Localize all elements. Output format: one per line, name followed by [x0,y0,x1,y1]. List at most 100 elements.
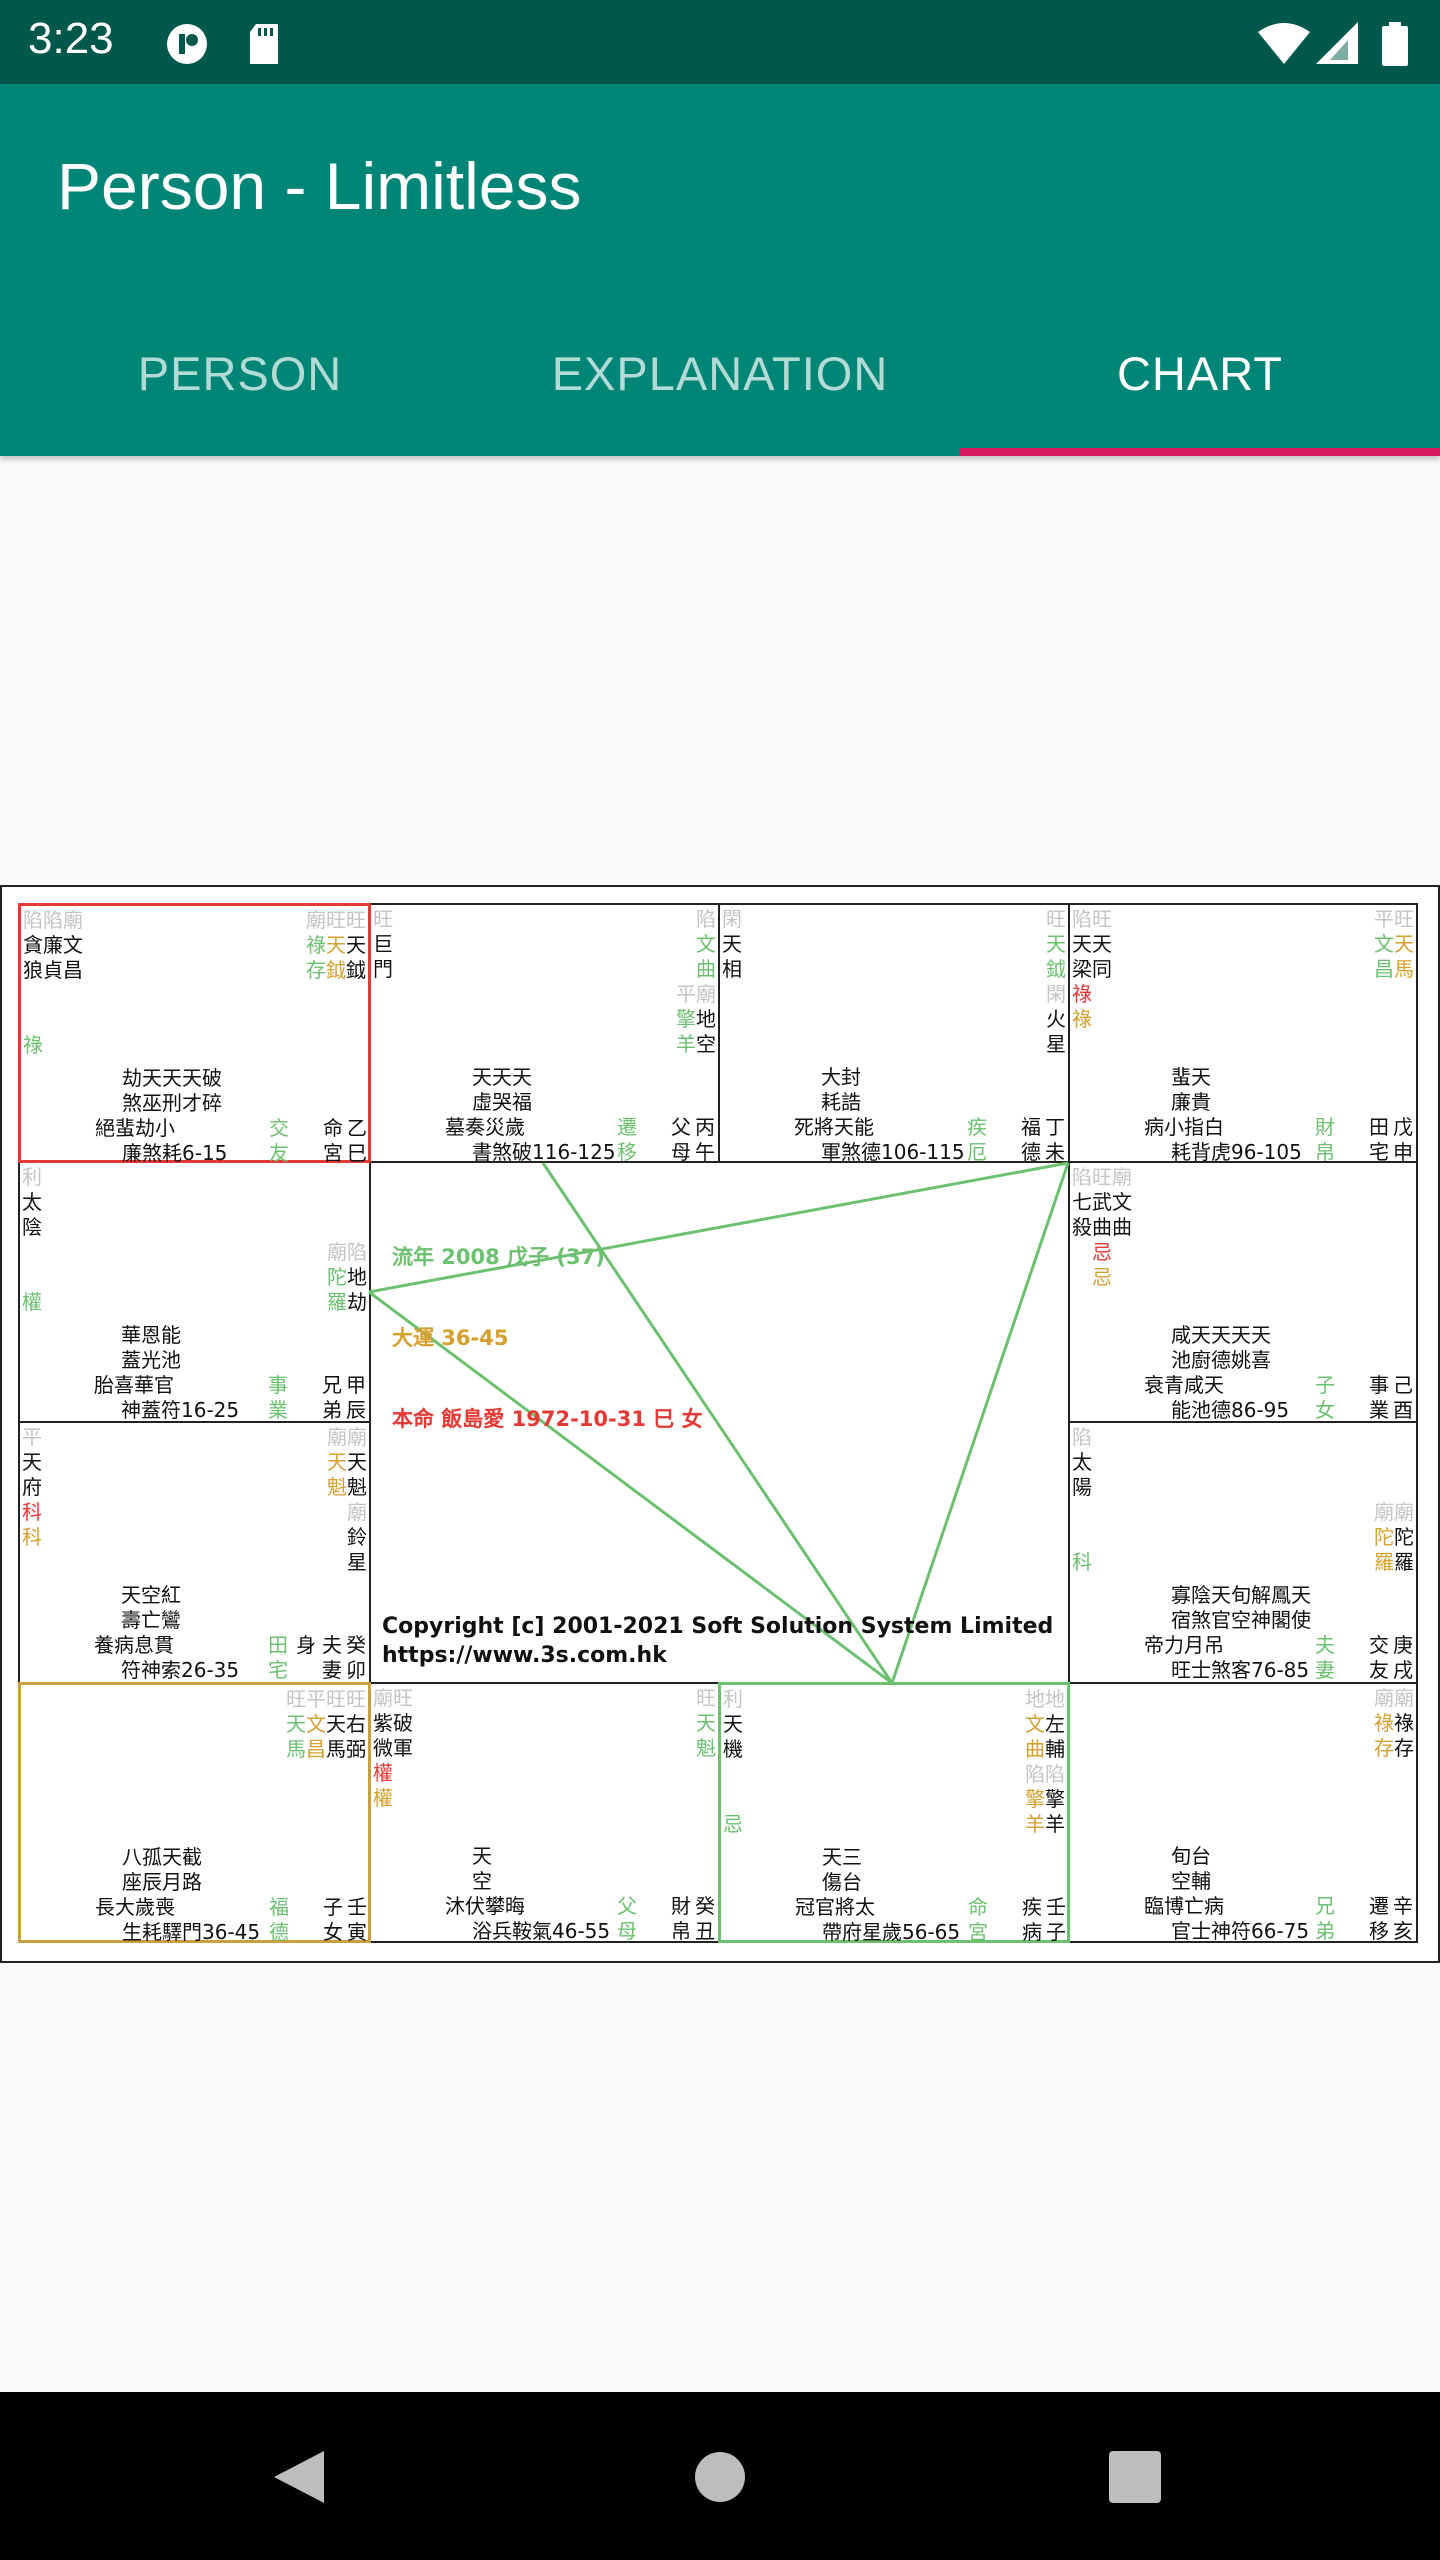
palace-name: 父母 [671,1115,691,1164]
star-text: 曲 [1025,1737,1045,1761]
tab-indicator [960,448,1440,456]
star-text: 鉞 [1046,957,1066,981]
palace-name: 兄弟 [322,1373,342,1422]
star-text: 廟廟 [1374,1686,1414,1710]
star-text: 星 [1046,1032,1066,1056]
recents-icon[interactable] [1109,2451,1161,2503]
minor-star-line: 養病息貫 [94,1633,174,1657]
tab-person[interactable]: PERSON [0,314,480,456]
star-text: 科 [22,1525,42,1549]
battery-icon [1382,22,1408,66]
star-text: 陀 [1394,1525,1414,1549]
minor-star-line: 劫天天天破 [122,1066,222,1090]
minor-stars: 寡陰天旬解鳳天 宿煞官空神閣使 帝力月吊 旺士煞客76-85 [1070,1583,1311,1683]
star-text: 天 [696,1711,716,1735]
palace-cell-寅[interactable]: 旺平旺旺 天文天右 馬昌馬弼 八孤天截 座辰月路 長大歲喪 生耗驛門36-45 福德子女壬寅 [18,1682,371,1944]
star-text: 地 [347,1265,367,1289]
star-text: 鉞 [326,958,346,982]
palace-cell-辰[interactable]: 利太陰權廟陷 陀地 羅劫 華恩能 蓋光池 胎喜華官 神蓋符16-25 事業兄弟甲辰 [18,1161,371,1423]
star-text: 天 [347,1450,367,1474]
minor-stars: 蜚天 廉貴 病小指白 耗背虎96-105 [1070,1065,1310,1165]
star-text: 科 [22,1500,42,1524]
star-text: 天天 [1072,932,1112,956]
palace-cell-巳[interactable]: 陷陷廟 貪廉文 狼貞昌祿廟旺旺 祿天天 存鉞鉞 劫天天天破 煞巫刑才碎 絕蜚劫小 廉煞耗6-15… [18,903,371,1165]
minor-star-line: 衰青咸天 [1144,1373,1224,1397]
star-text: 廟廟 [1374,1500,1414,1524]
star-text: 地 [696,1007,716,1031]
star-text: 相 [722,957,742,981]
star-text: 擎 [1045,1787,1065,1811]
star-text: 天 [723,1712,743,1736]
star-text: 閑 [1046,982,1066,1006]
minor-star-line: 廉貴 [1171,1090,1211,1114]
star-text: 馬弼 [326,1737,366,1761]
star-text: 天 [22,1450,42,1474]
star-text: 陽 [1072,1475,1092,1499]
ten-year-palace-label: 疾厄 [967,1115,987,1164]
star-text: 馬 [286,1737,306,1761]
star-text: 利 [22,1165,42,1189]
palace-name: 交友 [1369,1633,1389,1682]
palace-cell-戌[interactable]: 陷太陽科廟廟 陀陀 羅羅 寡陰天旬解鳳天 宿煞官空神閣使 帝力月吊 旺士煞客76-85 夫妻交… [1068,1421,1418,1684]
stem-branch: 甲辰 [346,1373,366,1422]
ten-year-palace-label: 財帛 [1315,1115,1335,1164]
star-text: 羊 [1025,1812,1045,1836]
star-text: 文 [1374,932,1394,956]
star-text: 陷旺廟 [1072,1165,1132,1189]
minor-star-line: 壽亡鸞 [121,1608,181,1632]
star-text: 文 [1025,1712,1045,1736]
star-text: 太 [22,1190,42,1214]
star-text: 廟 [347,1500,367,1524]
side-stars: 廟廟 祿祿 存存 [1374,1686,1414,1761]
star-text: 曲 [696,957,716,981]
star-text: 存 [1374,1736,1394,1760]
back-icon[interactable] [272,2449,326,2505]
palace-cell-酉[interactable]: 陷旺廟 七武文 殺曲曲 忌 忌咸天天天天 池廚德姚喜 衰青咸天 能池德86-95 子女事業己… [1068,1161,1418,1423]
palace-cell-丑[interactable]: 廟旺 紫破 微軍權權旺天魁天空沐伏攀晦 浴兵鞍氣46-55 父母財帛癸丑 [369,1682,720,1943]
minor-star-line: 天三 [822,1845,862,1869]
tab-explanation[interactable]: EXPLANATION [480,314,960,456]
star-text: 巨 [373,932,393,956]
side-stars: 廟廟 陀陀 羅羅 [1374,1425,1414,1575]
star-text: 羅 [327,1290,347,1314]
tab-chart[interactable]: CHART [960,314,1440,456]
star-text: 馬 [1394,957,1414,981]
star-text: 文 [696,932,716,956]
star-text: 旺 [373,907,393,931]
stem-branch: 己酉 [1393,1373,1413,1422]
side-stars: 旺天魁 [696,1686,716,1761]
side-stars: 陷文曲平廟 擎地 羊空 [676,907,716,1057]
home-icon[interactable] [694,2451,746,2503]
minor-star-line: 天天天 [472,1065,532,1089]
ten-year-palace-label: 兄弟 [1315,1894,1335,1943]
minor-star-line: 能池德86-95 [1171,1398,1290,1422]
palace-cell-午[interactable]: 旺巨門 陷文曲平廟 擎地 羊空 天天天 虛哭福 墓奏災歲 書煞破116-125 遷移父母丙午 [369,903,720,1164]
palace-cell-申[interactable]: 陷旺 天天 梁同祿祿 平旺 文天 昌馬 蜚天 廉貴 病小指白 耗背虎96-105 財帛田宅戊申 [1068,903,1418,1165]
line-topright-to-bottom [890,1162,1070,1684]
star-text: 魁 [347,1475,367,1499]
stem-branch: 癸卯 [346,1633,366,1682]
minor-star-line: 咸天天天天 [1171,1323,1271,1347]
minor-stars: 大封 耗誥 死將天能 軍煞德106-115 [720,1065,965,1165]
star-text: 祿 [23,1033,43,1057]
star-text: 魁 [327,1475,347,1499]
star-text: 擎 [676,1007,696,1031]
star-text: 天 [346,933,366,957]
page-title: Person - Limitless [57,149,582,223]
star-text: 左 [1045,1712,1065,1736]
ten-year-palace-label: 交友 [269,1116,289,1165]
main-stars: 廟旺 紫破 微軍權權 [373,1686,413,1811]
palace-name: 命宮 [323,1116,343,1165]
palace-cell-未[interactable]: 閑天相旺天鉞閑火星大封 耗誥 死將天能 軍煞德106-115 疾厄福德丁未 [718,903,1070,1165]
star-text: 陷 [1072,1425,1092,1449]
palace-cell-卯[interactable]: 平天府科科廟廟 天天 魁魁廟鈴星天空紅 壽亡鸞 養病息貫 符神索26-35 田宅夫妻癸卯身 [18,1421,371,1684]
minor-star-line: 寡陰天旬解鳳天 [1171,1583,1311,1607]
palace-name: 田宅 [1369,1115,1389,1164]
star-text: 權 [22,1290,42,1314]
palace-cell-子[interactable]: 利天機忌地地 文左 曲輔 陷陷 擎擎 羊羊 天三 傷台 冠官將太 帶府星歲56-65 命宮疾病壬子 [718,1682,1070,1944]
minor-star-line: 旬台 [1171,1844,1211,1868]
star-text: 昌 [1374,957,1394,981]
palace-cell-亥[interactable]: 廟廟 祿祿 存存 旬台 空輔 臨博亡病 官士神符66-75 兄弟遷移辛亥 [1068,1682,1418,1943]
stem-branch: 癸丑 [695,1894,715,1943]
star-text: 鉞 [346,958,366,982]
